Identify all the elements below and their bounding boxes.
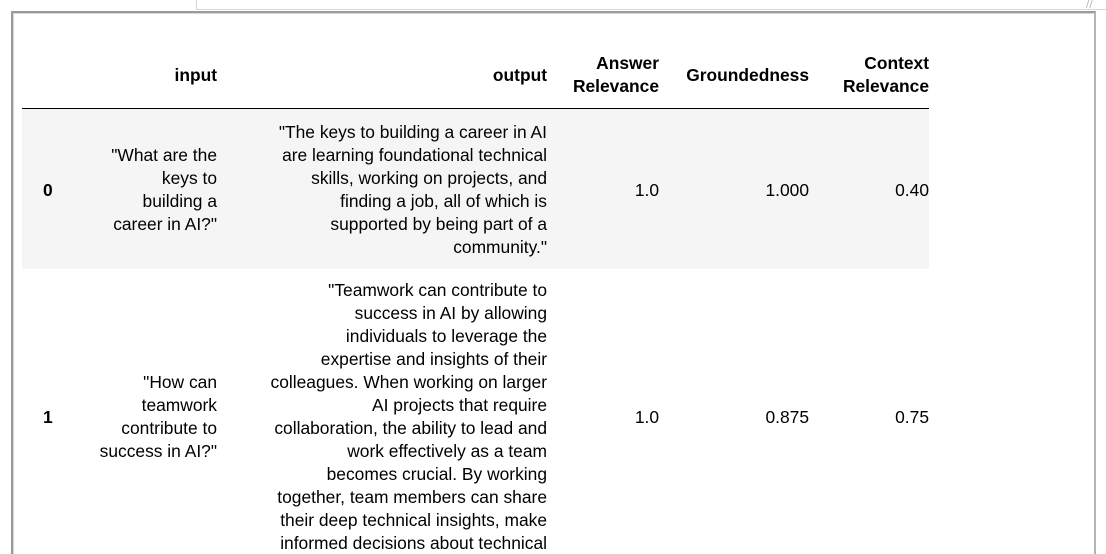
table-row: 0 "What are the keys to building a caree… xyxy=(22,108,929,269)
cell-line: success in AI?" xyxy=(99,441,217,461)
context-relevance-cell: 0.40 xyxy=(809,108,929,269)
column-header-input: input xyxy=(62,42,217,109)
dataframe-table: input output Answer Relevance Groundedne… xyxy=(22,42,929,554)
row-index: 0 xyxy=(22,108,62,269)
input-cell: "How can teamwork contribute to success … xyxy=(62,269,217,554)
context-relevance-cell: 0.75 xyxy=(895,406,929,427)
header-line: Answer xyxy=(596,53,659,73)
cell-line: keys to xyxy=(161,168,217,188)
cell-line: colleagues. When working on larger xyxy=(270,372,547,392)
answer-relevance-cell: 1.0 xyxy=(547,108,659,269)
cell-line: contribute to xyxy=(121,418,217,438)
cell-line: supported by being part of a xyxy=(330,214,547,234)
cell-line: "What are the xyxy=(111,145,217,165)
groundedness-cell: 0.875 xyxy=(765,406,809,427)
cell-line: career in AI?" xyxy=(113,214,217,234)
cell-line: AI projects that require xyxy=(372,395,547,415)
output-cell: "The keys to building a career in AI are… xyxy=(217,108,547,269)
column-header-output: output xyxy=(217,42,547,109)
cell-line: skills, working on projects, and xyxy=(311,168,547,188)
cell-line: "Teamwork can contribute to xyxy=(328,280,547,300)
cell-line: "The keys to building a career in AI xyxy=(278,122,547,142)
table-row: 1 "How can teamwork contribute to succes… xyxy=(22,269,929,554)
input-cell: "What are the keys to building a career … xyxy=(62,108,217,269)
cell-line: "How can xyxy=(143,372,217,392)
table-header-row: input output Answer Relevance Groundedne… xyxy=(22,42,929,109)
column-header-answer-relevance: Answer Relevance xyxy=(547,42,659,109)
groundedness-cell: 1.000 xyxy=(659,108,809,269)
column-header-context-relevance: Context Relevance xyxy=(809,42,929,109)
output-cell: "Teamwork can contribute to success in A… xyxy=(217,269,547,554)
cell-line: teamwork xyxy=(141,395,217,415)
cell-line: work effectively as a team xyxy=(347,441,547,461)
cell-line: becomes crucial. By working xyxy=(326,464,547,484)
cell-line: community." xyxy=(453,237,547,257)
cell-line: success in AI by allowing xyxy=(354,303,547,323)
header-line: Relevance xyxy=(572,76,659,96)
cell-line: collaboration, the ability to lead and xyxy=(274,418,547,438)
top-strip: ∕∕ xyxy=(0,0,1106,11)
header-line: Relevance xyxy=(842,76,929,96)
answer-relevance-cell: 1.0 xyxy=(634,406,659,427)
cell-line: expertise and insights of their xyxy=(320,349,547,369)
cell-line: finding a job, all of which is xyxy=(340,191,547,211)
output-cell-frame: input output Answer Relevance Groundedne… xyxy=(11,11,1096,554)
column-header-groundedness: Groundedness xyxy=(659,42,809,109)
cell-line: their deep technical insights, make xyxy=(280,510,547,530)
resize-grip-icon[interactable]: ∕∕ xyxy=(1086,0,1100,10)
index-header xyxy=(22,42,62,109)
cell-line: individuals to leverage the xyxy=(345,326,547,346)
cell-line: informed decisions about technical xyxy=(280,533,547,553)
previous-cell-bottom xyxy=(196,0,1106,10)
row-index: 1 xyxy=(43,406,53,427)
cell-line: together, team members can share xyxy=(277,487,547,507)
cell-line: building a xyxy=(142,191,217,211)
cell-line: are learning foundational technical xyxy=(282,145,547,165)
header-line: Context xyxy=(864,53,929,73)
